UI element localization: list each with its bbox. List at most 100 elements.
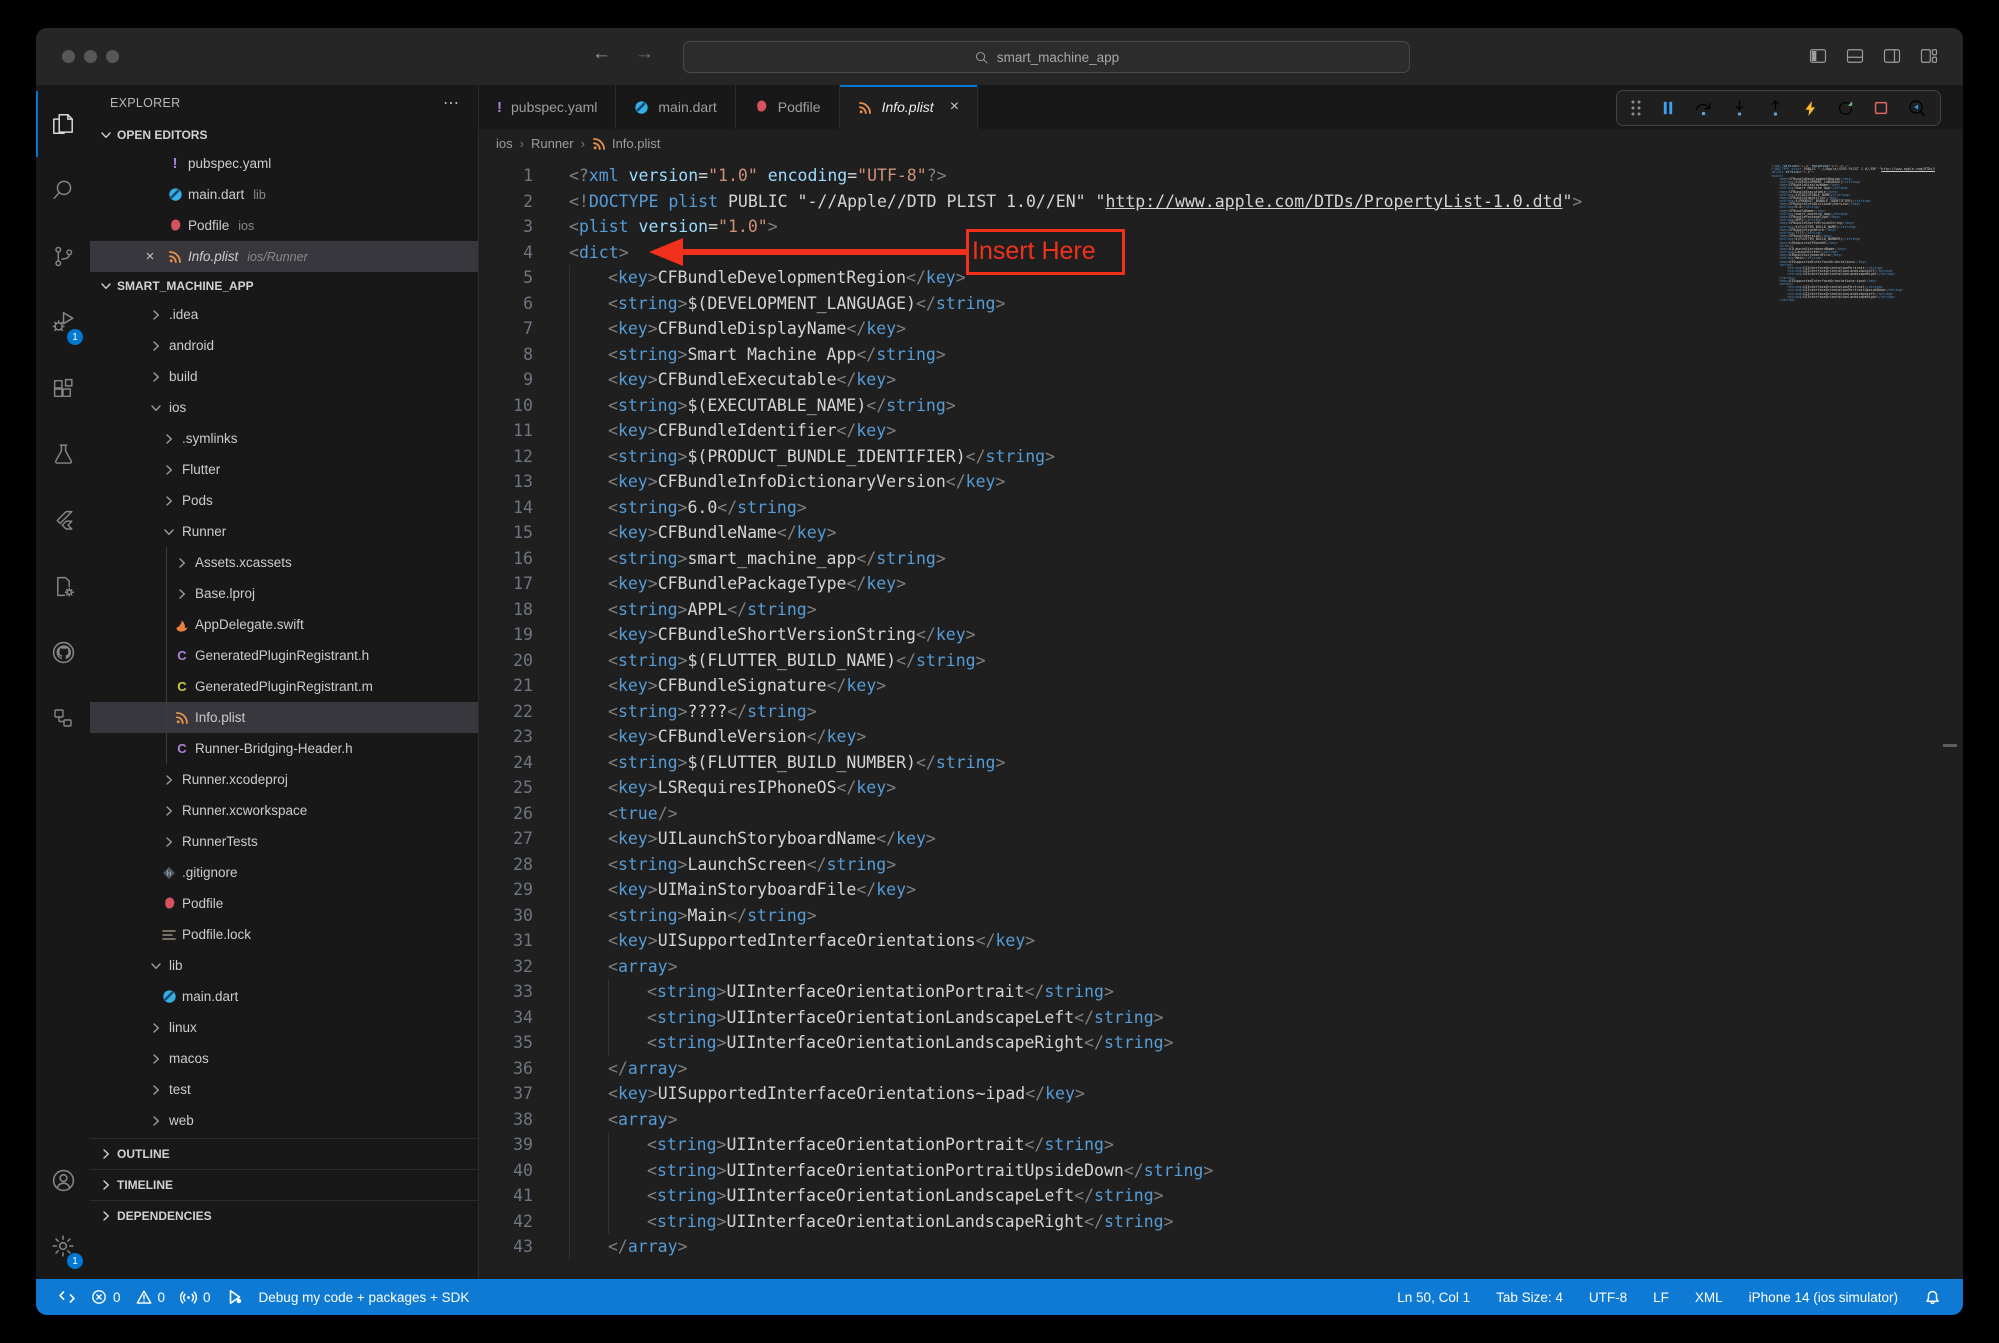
activity-flutter[interactable]: [36, 487, 90, 553]
code-line[interactable]: 28<string>LaunchScreen</string>: [479, 852, 1963, 878]
back-arrow-icon[interactable]: ←: [592, 43, 611, 65]
open-editors-header[interactable]: OPEN EDITORS: [90, 121, 478, 148]
code-line[interactable]: 31<key>UISupportedInterfaceOrientations<…: [479, 928, 1963, 954]
code-line[interactable]: 11<key>CFBundleIdentifier</key>: [479, 418, 1963, 444]
code-line[interactable]: 22<string>????</string>: [479, 699, 1963, 725]
tree-file-main-dart[interactable]: main.dart: [90, 981, 478, 1012]
code-line[interactable]: 27<key>UILaunchStoryboardName</key>: [479, 826, 1963, 852]
code-line[interactable]: 39<string>UIInterfaceOrientationPortrait…: [479, 1132, 1963, 1158]
tree-folder--symlinks[interactable]: .symlinks: [90, 423, 478, 454]
project-root-header[interactable]: SMART_MACHINE_APP: [90, 272, 478, 299]
tree-folder-pods[interactable]: Pods: [90, 485, 478, 516]
code-line[interactable]: 17<key>CFBundlePackageType</key>: [479, 571, 1963, 597]
code-line[interactable]: 41<string>UIInterfaceOrientationLandscap…: [479, 1183, 1963, 1209]
step-into-button[interactable]: [1729, 98, 1750, 119]
close-icon[interactable]: ×: [950, 98, 959, 116]
activity-extensions[interactable]: [36, 355, 90, 421]
forward-arrow-icon[interactable]: →: [635, 43, 654, 65]
pause-button[interactable]: [1658, 98, 1678, 118]
code-line[interactable]: 42<string>UIInterfaceOrientationLandscap…: [479, 1209, 1963, 1235]
code-line[interactable]: 37<key>UISupportedInterfaceOrientations~…: [479, 1081, 1963, 1107]
activity-file-gear[interactable]: [36, 553, 90, 619]
close-icon[interactable]: ×: [136, 248, 164, 265]
open-editor-item[interactable]: !pubspec.yaml: [90, 148, 478, 179]
stop-button[interactable]: [1871, 98, 1891, 118]
command-center-search[interactable]: smart_machine_app: [683, 41, 1410, 73]
tree-folder-web[interactable]: web: [90, 1105, 478, 1136]
tree-folder-runner-xcodeproj[interactable]: Runner.xcodeproj: [90, 764, 478, 795]
status-remote-indicator[interactable]: [58, 1288, 76, 1306]
open-editor-item[interactable]: ×Info.plistios/Runner: [90, 241, 478, 272]
status-flutter-device[interactable]: iPhone 14 (ios simulator): [1749, 1290, 1898, 1305]
breadcrumb-item[interactable]: Runner: [531, 136, 574, 151]
close-window-button[interactable]: [62, 50, 75, 63]
code-line[interactable]: 7<key>CFBundleDisplayName</key>: [479, 316, 1963, 342]
code-line[interactable]: 34<string>UIInterfaceOrientationLandscap…: [479, 1005, 1963, 1031]
toggle-panel-bottom[interactable]: [1845, 46, 1865, 66]
open-editor-item[interactable]: main.dartlib: [90, 179, 478, 210]
tree-file-podfile-lock[interactable]: Podfile.lock: [90, 919, 478, 950]
code-line[interactable]: 8<string>Smart Machine App</string>: [479, 342, 1963, 368]
activity-search[interactable]: [36, 157, 90, 223]
activity-github[interactable]: [36, 619, 90, 685]
breadcrumb-item[interactable]: ios: [496, 136, 513, 151]
code-line[interactable]: 36</array>: [479, 1056, 1963, 1082]
code-line[interactable]: 30<string>Main</string>: [479, 903, 1963, 929]
toggle-panel-left[interactable]: [1808, 46, 1828, 66]
activity-run-debug[interactable]: 1: [36, 289, 90, 355]
tree-folder-build[interactable]: build: [90, 361, 478, 392]
more-actions-icon[interactable]: ⋯: [443, 93, 460, 113]
section-timeline[interactable]: TIMELINE: [90, 1169, 478, 1200]
minimize-window-button[interactable]: [84, 50, 97, 63]
tree-folder-test[interactable]: test: [90, 1074, 478, 1105]
code-line[interactable]: 18<string>APPL</string>: [479, 597, 1963, 623]
activity-testing[interactable]: [36, 421, 90, 487]
code-editor[interactable]: 1<?xml version="1.0" encoding="UTF-8"?>2…: [479, 157, 1963, 1279]
tree-folder--idea[interactable]: .idea: [90, 299, 478, 330]
activity-references[interactable]: [36, 685, 90, 751]
tree-file-runner-bridging-header-h[interactable]: CRunner-Bridging-Header.h: [90, 733, 478, 764]
status-warnings[interactable]: 0: [136, 1289, 166, 1305]
code-line[interactable]: 1<?xml version="1.0" encoding="UTF-8"?>: [479, 163, 1963, 189]
tab-main-dart[interactable]: main.dart: [616, 85, 735, 129]
tab-info-plist[interactable]: Info.plist×: [840, 85, 978, 129]
code-line[interactable]: 32<array>: [479, 954, 1963, 980]
code-line[interactable]: 33<string>UIInterfaceOrientationPortrait…: [479, 979, 1963, 1005]
code-line[interactable]: 12<string>$(PRODUCT_BUNDLE_IDENTIFIER)</…: [479, 444, 1963, 470]
code-line[interactable]: 19<key>CFBundleShortVersionString</key>: [479, 622, 1963, 648]
tree-file-generatedpluginregistrant-h[interactable]: CGeneratedPluginRegistrant.h: [90, 640, 478, 671]
section-outline[interactable]: OUTLINE: [90, 1138, 478, 1169]
toggle-panel-right[interactable]: [1882, 46, 1902, 66]
tree-file--gitignore[interactable]: .gitignore: [90, 857, 478, 888]
code-line[interactable]: 24<string>$(FLUTTER_BUILD_NUMBER)</strin…: [479, 750, 1963, 776]
tree-folder-macos[interactable]: macos: [90, 1043, 478, 1074]
code-line[interactable]: 26<true/>: [479, 801, 1963, 827]
zoom-window-button[interactable]: [106, 50, 119, 63]
code-line[interactable]: 25<key>LSRequiresIPhoneOS</key>: [479, 775, 1963, 801]
code-line[interactable]: 9<key>CFBundleExecutable</key>: [479, 367, 1963, 393]
tree-folder-runner[interactable]: Runner: [90, 516, 478, 547]
activity-source-control[interactable]: [36, 223, 90, 289]
open-editor-item[interactable]: Podfileios: [90, 210, 478, 241]
tree-folder-runnertests[interactable]: RunnerTests: [90, 826, 478, 857]
tree-folder-linux[interactable]: linux: [90, 1012, 478, 1043]
section-dependencies[interactable]: DEPENDENCIES: [90, 1200, 478, 1231]
code-line[interactable]: 21<key>CFBundleSignature</key>: [479, 673, 1963, 699]
step-over-button[interactable]: [1693, 98, 1714, 119]
activity-account[interactable]: [36, 1147, 90, 1213]
tree-file-appdelegate-swift[interactable]: AppDelegate.swift: [90, 609, 478, 640]
activity-explorer[interactable]: [36, 91, 90, 157]
code-line[interactable]: 15<key>CFBundleName</key>: [479, 520, 1963, 546]
code-line[interactable]: 29<key>UIMainStoryboardFile</key>: [479, 877, 1963, 903]
code-line[interactable]: 38<array>: [479, 1107, 1963, 1133]
status-indentation[interactable]: Tab Size: 4: [1496, 1290, 1563, 1305]
code-line[interactable]: 40<string>UIInterfaceOrientationPortrait…: [479, 1158, 1963, 1184]
inspector-button[interactable]: [1906, 97, 1928, 119]
breadcrumb-item[interactable]: Info.plist: [592, 136, 660, 151]
toggle-layout-customize[interactable]: [1919, 46, 1939, 66]
tree-folder-runner-xcworkspace[interactable]: Runner.xcworkspace: [90, 795, 478, 826]
tree-folder-lib[interactable]: lib: [90, 950, 478, 981]
status-debug-config[interactable]: Debug my code + packages + SDK: [259, 1290, 470, 1305]
code-line[interactable]: 43</array>: [479, 1234, 1963, 1260]
code-line[interactable]: 2<!DOCTYPE plist PUBLIC "-//Apple//DTD P…: [479, 189, 1963, 215]
